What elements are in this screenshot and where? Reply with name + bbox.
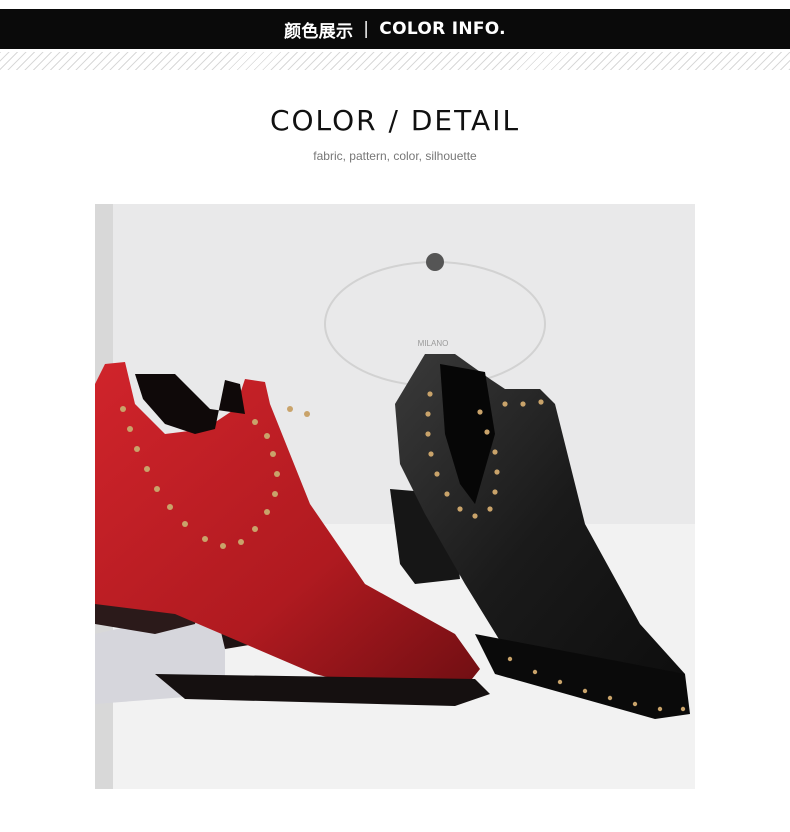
product-photo: MILANO	[95, 204, 695, 789]
header-separator: |	[363, 19, 370, 39]
header-cn-label: 颜色展示	[284, 21, 354, 42]
section-title: COLOR / DETAIL	[269, 104, 521, 137]
header-en-label: COLOR INFO.	[379, 19, 506, 39]
color-info-header: 颜色展示 | COLOR INFO.	[0, 9, 790, 49]
decorative-stripe	[0, 52, 790, 70]
box-text: MILANO	[418, 339, 449, 348]
section-subtitle: fabric, pattern, color, silhouette	[313, 149, 477, 163]
